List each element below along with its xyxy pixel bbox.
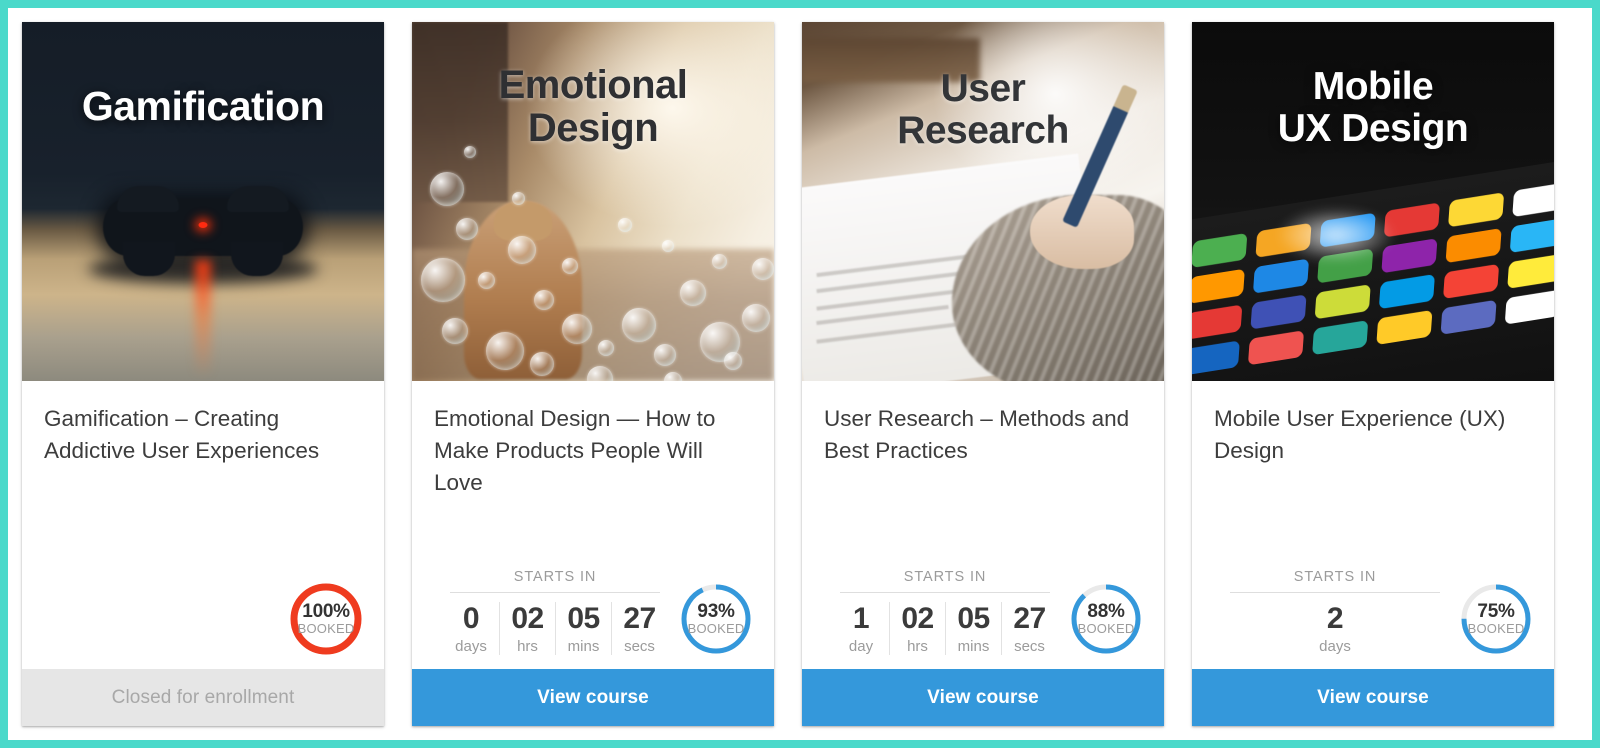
course-card[interactable]: Mobile UX Design Mobile User Experience (U… [1192,22,1554,726]
hero-title: Emotional Design [412,63,774,151]
page-frame: Gamification Gamification – Creating Addi… [8,8,1592,740]
countdown-unit-label: days [455,638,487,655]
hero-title-line: Research [897,109,1069,153]
hero-title: Mobile UX Design [1192,65,1554,151]
course-hero-image[interactable]: Emotional Design [412,22,774,381]
countdown-unit-label: mins [567,638,600,655]
booked-label: BOOKED [1077,621,1135,636]
view-course-button[interactable]: View course [412,669,774,726]
course-title: Emotional Design — How to Make Products … [434,406,716,495]
course-card[interactable]: Emotional Design Emotional Design — How to… [412,22,774,726]
countdown-unit-day: 1 day [833,602,889,655]
countdown-units: 0 days 02 hrs 05 mins 27 secs [434,602,676,655]
view-course-button[interactable]: View course [802,669,1164,726]
countdown-unit-label: day [848,638,874,655]
countdown-unit-label: secs [624,638,655,655]
countdown-unit-label: secs [1014,638,1045,655]
course-card-body: Mobile User Experience (UX) Design STARTS… [1192,381,1554,669]
countdown-unit-hrs: 02 hrs [499,602,555,655]
countdown-value: 27 [1013,602,1046,635]
course-card-meta: 100% BOOKED [44,583,362,669]
gamepad-photo [22,22,384,381]
booked-percent: 88% [1087,601,1125,622]
course-title: User Research – Methods and Best Practic… [824,406,1130,463]
booked-progress-ring: 100% BOOKED [290,583,362,655]
course-hero-image[interactable]: Gamification [22,22,384,381]
closed-for-enrollment-label: Closed for enrollment [22,669,384,726]
booked-label: BOOKED [687,621,745,636]
booked-percent: 93% [697,601,735,622]
booked-progress-ring: 88% BOOKED [1070,583,1142,655]
countdown-unit-label: days [1319,638,1351,655]
starts-in-label: STARTS IN [840,569,1050,593]
course-title: Mobile User Experience (UX) Design [1214,406,1506,463]
countdown-value: 02 [901,602,934,635]
hero-title-line: Mobile [1312,65,1434,108]
countdown-unit-mins: 05 mins [555,602,611,655]
hero-title-line: User [940,67,1026,110]
countdown-unit-hrs: 02 hrs [889,602,945,655]
course-card-meta: STARTS IN 1 day 02 hrs 05 mins 27 secs 88% BOOKED [824,569,1142,669]
booked-ring-text: 75% BOOKED [1460,583,1532,655]
countdown-value: 02 [511,602,544,635]
countdown-value: 2 [1326,602,1344,635]
booked-ring-text: 88% BOOKED [1070,583,1142,655]
hero-title-line: Gamification [81,83,325,129]
hero-title-line: UX Design [1277,107,1469,151]
countdown-unit-label: hrs [517,638,538,655]
view-course-button[interactable]: View course [1192,669,1554,726]
course-card-list: Gamification Gamification – Creating Addi… [22,22,1592,726]
countdown-value: 1 [852,602,870,635]
countdown-unit-secs: 27 secs [1001,602,1057,655]
course-title: Gamification – Creating Addictive User E… [44,406,320,463]
course-card-meta: STARTS IN 2 days 75% BOOKED [1214,569,1532,669]
countdown-units: 1 day 02 hrs 05 mins 27 secs [824,602,1066,655]
countdown-unit-label: mins [957,638,990,655]
countdown-unit-days: 0 days [443,602,499,655]
course-card-body: Gamification – Creating Addictive User E… [22,381,384,669]
booked-percent: 100% [302,601,350,622]
countdown-value: 27 [623,602,656,635]
countdown-units: 2 days [1214,602,1456,655]
booked-percent: 75% [1477,601,1515,622]
countdown-unit-label: hrs [907,638,928,655]
starts-in-label: STARTS IN [450,569,660,593]
countdown-timer: STARTS IN 1 day 02 hrs 05 mins 27 secs [824,569,1066,655]
course-card-meta: STARTS IN 0 days 02 hrs 05 mins 27 secs 93% BOOKED [434,569,752,669]
booked-ring-text: 100% BOOKED [290,583,362,655]
booked-label: BOOKED [297,621,355,636]
countdown-unit-secs: 27 secs [611,602,667,655]
course-card-body: Emotional Design — How to Make Products … [412,381,774,669]
countdown-unit-days: 2 days [1310,602,1360,655]
hero-title-line: Design [527,106,659,151]
countdown-timer: STARTS IN 0 days 02 hrs 05 mins 27 secs [434,569,676,655]
booked-progress-ring: 75% BOOKED [1460,583,1532,655]
hero-title: User Research [802,67,1164,153]
hero-title-line: Emotional [498,63,688,107]
countdown-unit-mins: 05 mins [945,602,1001,655]
countdown-timer: STARTS IN 2 days [1214,569,1456,655]
course-card[interactable]: User Research User Research – Methods and … [802,22,1164,726]
booked-ring-text: 93% BOOKED [680,583,752,655]
booked-progress-ring: 93% BOOKED [680,583,752,655]
countdown-value: 0 [462,602,480,635]
course-hero-image[interactable]: User Research [802,22,1164,381]
countdown-value: 05 [567,602,600,635]
booked-label: BOOKED [1467,621,1525,636]
hero-title: Gamification [22,83,384,129]
course-card[interactable]: Gamification Gamification – Creating Addi… [22,22,384,726]
starts-in-label: STARTS IN [1230,569,1440,593]
course-hero-image[interactable]: Mobile UX Design [1192,22,1554,381]
course-card-body: User Research – Methods and Best Practic… [802,381,1164,669]
countdown-value: 05 [957,602,990,635]
